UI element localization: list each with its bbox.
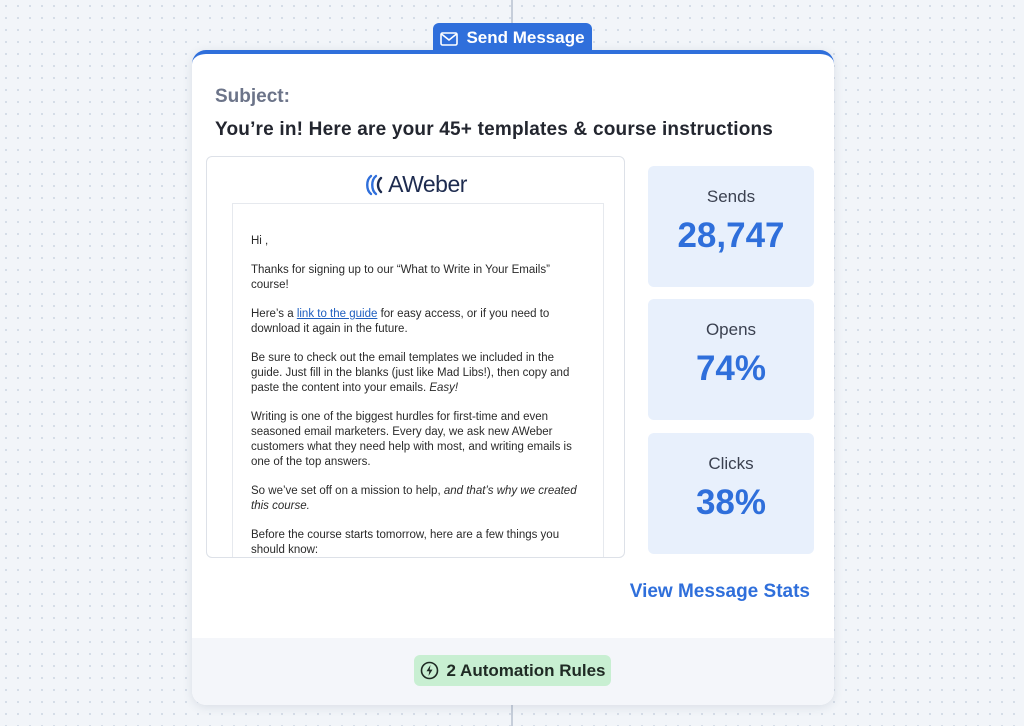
aweber-logo-icon xyxy=(364,174,384,196)
email-greeting: Hi , xyxy=(251,235,269,247)
view-message-stats-link[interactable]: View Message Stats xyxy=(630,581,810,603)
aweber-logo: AWeber xyxy=(207,171,624,198)
card-footer: 2 Automation Rules xyxy=(192,638,834,705)
stat-card-clicks: Clicks 38% xyxy=(648,433,814,554)
mail-icon xyxy=(440,31,459,46)
email-paragraph: Be sure to check out the email templates… xyxy=(251,351,585,396)
flow-connector-top xyxy=(511,0,513,24)
email-paragraph: Writing is one of the biggest hurdles fo… xyxy=(251,411,572,468)
automation-rules-button[interactable]: 2 Automation Rules xyxy=(414,655,611,686)
subject-label: Subject: xyxy=(215,86,290,107)
flow-connector-bottom xyxy=(511,704,513,726)
automation-rules-label: 2 Automation Rules xyxy=(446,660,606,680)
email-text: Here’s a xyxy=(251,308,297,320)
subject-text: You’re in! Here are your 45+ templates &… xyxy=(215,119,774,140)
aweber-logo-text: AWeber xyxy=(388,171,467,197)
stat-value: 74% xyxy=(695,349,767,388)
email-paragraph: So we’ve set off on a mission to help, a… xyxy=(251,484,585,514)
stat-card-opens: Opens 74% xyxy=(648,299,814,420)
stat-value: 28,747 xyxy=(677,216,785,255)
stat-label: Opens xyxy=(705,320,757,339)
email-paragraph: Here’s a link to the guide for easy acce… xyxy=(251,307,585,337)
stat-label: Sends xyxy=(706,187,756,206)
stat-value: 38% xyxy=(695,483,767,522)
email-body: Hi , Thanks for signing up to our “What … xyxy=(232,203,604,557)
guide-link[interactable]: link to the guide xyxy=(297,308,378,320)
email-paragraph: Thanks for signing up to our “What to Wr… xyxy=(251,264,550,291)
send-message-card[interactable]: Subject: You’re in! Here are your 45+ te… xyxy=(192,50,834,705)
send-message-step-label: Send Message xyxy=(433,23,592,52)
email-emphasis: Easy! xyxy=(429,382,459,394)
email-text: So we’ve set off on a mission to help, xyxy=(251,485,444,497)
bolt-icon xyxy=(420,661,439,680)
stat-card-sends: Sends 28,747 xyxy=(648,166,814,287)
stat-label: Clicks xyxy=(708,454,754,473)
email-preview[interactable]: AWeber Hi , Thanks for signing up to our… xyxy=(206,156,625,558)
email-text: Be sure to check out the email templates… xyxy=(251,352,570,394)
email-paragraph: Before the course starts tomorrow, here … xyxy=(251,529,560,556)
step-title: Send Message xyxy=(466,27,585,47)
